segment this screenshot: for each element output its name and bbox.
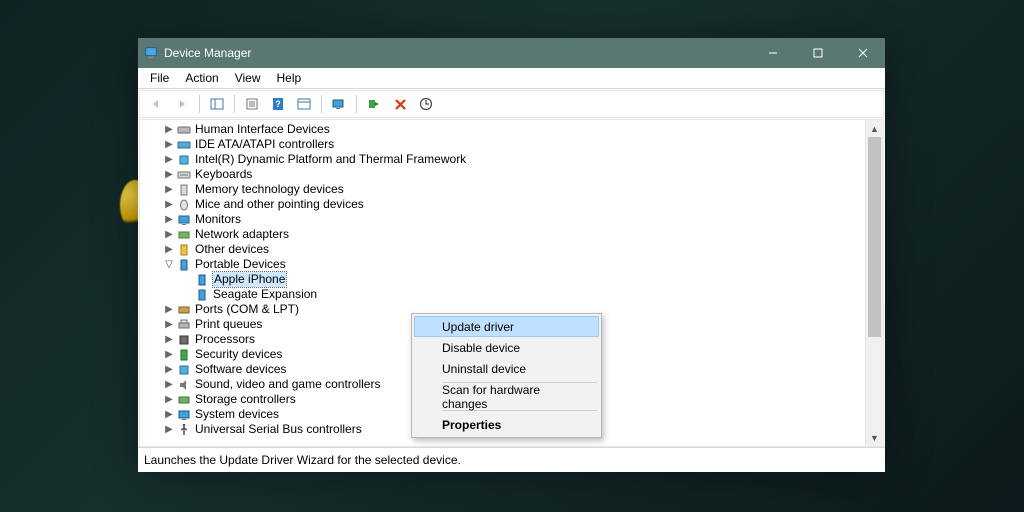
printer-icon	[176, 317, 192, 332]
nav-forward-button[interactable]	[170, 92, 194, 116]
tree-label: Mice and other pointing devices	[195, 197, 364, 212]
nav-back-button[interactable]	[144, 92, 168, 116]
tree-label: Storage controllers	[195, 392, 296, 407]
tree-label: Intel(R) Dynamic Platform and Thermal Fr…	[195, 152, 466, 167]
storage-icon	[176, 392, 192, 407]
tree-label: Software devices	[195, 362, 286, 377]
keyboard-icon	[176, 167, 192, 182]
network-icon	[176, 227, 192, 242]
tree-label: Other devices	[195, 242, 269, 257]
device-manager-window: Device Manager File Action View Help ? ▶…	[138, 38, 885, 463]
close-button[interactable]	[840, 38, 885, 68]
enable-device-button[interactable]	[362, 92, 386, 116]
properties-button[interactable]	[240, 92, 264, 116]
tree-label: Network adapters	[195, 227, 289, 242]
tree-node-dptf[interactable]: ▶Intel(R) Dynamic Platform and Thermal F…	[144, 152, 865, 167]
disable-device-button[interactable]	[388, 92, 412, 116]
tree-node-monitors[interactable]: ▶Monitors	[144, 212, 865, 227]
hid-icon	[176, 122, 192, 137]
tree-node-seagate[interactable]: Seagate Expansion	[144, 287, 865, 302]
tree-label: Seagate Expansion	[213, 287, 317, 302]
action-button[interactable]	[292, 92, 316, 116]
monitor-icon	[176, 212, 192, 227]
tree-label: Keyboards	[195, 167, 252, 182]
titlebar[interactable]: Device Manager	[138, 38, 885, 68]
context-menu: Update driver Disable device Uninstall d…	[411, 313, 602, 438]
status-bar: Launches the Update Driver Wizard for th…	[138, 447, 885, 472]
tree-node-otherdev[interactable]: ▶Other devices	[144, 242, 865, 257]
svg-text:?: ?	[275, 99, 281, 109]
toolbar: ?	[139, 90, 884, 118]
tree-label: Print queues	[195, 317, 262, 332]
menubar: File Action View Help	[138, 68, 885, 89]
memory-icon	[176, 182, 192, 197]
chip-icon	[176, 152, 192, 167]
usb-icon	[176, 422, 192, 437]
tree-node-netadapters[interactable]: ▶Network adapters	[144, 227, 865, 242]
toolbar-sep	[234, 95, 235, 113]
tree-label: Ports (COM & LPT)	[195, 302, 299, 317]
toolbar-sep	[321, 95, 322, 113]
tree-label: Human Interface Devices	[195, 122, 330, 137]
help-button[interactable]: ?	[266, 92, 290, 116]
show-hide-console-button[interactable]	[205, 92, 229, 116]
tree-label: Apple iPhone	[213, 272, 286, 287]
ports-icon	[176, 302, 192, 317]
tree-node-portable[interactable]: ▽Portable Devices	[144, 257, 865, 272]
tree-node-mice[interactable]: ▶Mice and other pointing devices	[144, 197, 865, 212]
menu-action[interactable]: Action	[177, 69, 226, 87]
cpu-icon	[176, 332, 192, 347]
security-icon	[176, 347, 192, 362]
vertical-scrollbar[interactable]: ▲ ▼	[865, 120, 883, 446]
ide-icon	[176, 137, 192, 152]
device-icon	[194, 287, 210, 302]
minimize-button[interactable]	[750, 38, 795, 68]
tree-label: System devices	[195, 407, 279, 422]
portable-icon	[176, 257, 192, 272]
maximize-button[interactable]	[795, 38, 840, 68]
tree-node-ide[interactable]: ▶IDE ATA/ATAPI controllers	[144, 137, 865, 152]
menu-file[interactable]: File	[142, 69, 177, 87]
tree-label: Memory technology devices	[195, 182, 344, 197]
ctx-properties[interactable]: Properties	[414, 414, 599, 435]
other-icon	[176, 242, 192, 257]
scroll-down-button[interactable]: ▼	[866, 429, 883, 446]
scan-hardware-button[interactable]	[327, 92, 351, 116]
system-icon	[176, 407, 192, 422]
tree-node-hid[interactable]: ▶Human Interface Devices	[144, 122, 865, 137]
scroll-up-button[interactable]: ▲	[866, 120, 883, 137]
software-icon	[176, 362, 192, 377]
menu-help[interactable]: Help	[269, 69, 310, 87]
tree-node-memtech[interactable]: ▶Memory technology devices	[144, 182, 865, 197]
scroll-thumb[interactable]	[868, 137, 881, 337]
mouse-icon	[176, 197, 192, 212]
tree-label: Sound, video and game controllers	[195, 377, 380, 392]
ctx-scan-hardware[interactable]: Scan for hardware changes	[414, 386, 599, 407]
tree-label: Security devices	[195, 347, 282, 362]
sound-icon	[176, 377, 192, 392]
menu-view[interactable]: View	[227, 69, 269, 87]
window-title: Device Manager	[164, 46, 251, 60]
tree-node-keyboards[interactable]: ▶Keyboards	[144, 167, 865, 182]
ctx-update-driver[interactable]: Update driver	[414, 316, 599, 337]
tree-label: Processors	[195, 332, 255, 347]
tree-node-apple-iphone[interactable]: Apple iPhone	[144, 272, 865, 287]
app-icon	[138, 46, 164, 60]
tree-label: Monitors	[195, 212, 241, 227]
toolbar-sep	[199, 95, 200, 113]
ctx-disable-device[interactable]: Disable device	[414, 337, 599, 358]
tree-label: IDE ATA/ATAPI controllers	[195, 137, 334, 152]
update-driver-button[interactable]	[414, 92, 438, 116]
device-icon	[194, 272, 210, 287]
tree-label: Universal Serial Bus controllers	[195, 422, 362, 437]
status-text: Launches the Update Driver Wizard for th…	[144, 453, 461, 467]
toolbar-sep	[356, 95, 357, 113]
ctx-uninstall-device[interactable]: Uninstall device	[414, 358, 599, 379]
tree-label: Portable Devices	[195, 257, 286, 272]
